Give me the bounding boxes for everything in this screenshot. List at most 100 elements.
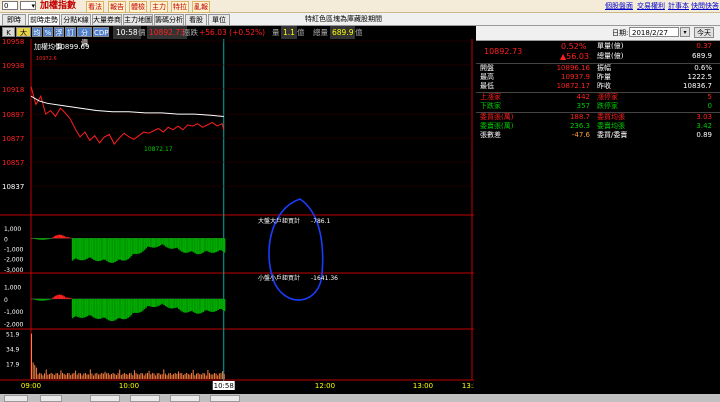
smallholder-bar	[125, 298, 128, 319]
bigholder-bar	[223, 238, 226, 253]
bigholder-bar	[130, 238, 133, 257]
smallholder-bar	[187, 298, 190, 313]
stock-select[interactable]: 0	[2, 1, 18, 10]
taskbar-item[interactable]	[4, 395, 28, 402]
menu-item[interactable]: 主力	[150, 1, 168, 13]
tab-chips[interactable]: 籌碼分析	[154, 14, 184, 26]
volume-bar	[191, 373, 193, 379]
bigholder-bar	[53, 236, 56, 239]
volume-bar	[91, 373, 93, 379]
drawn-circle-annotation	[268, 198, 324, 301]
volume-bar	[129, 373, 130, 379]
volume-bar	[209, 372, 211, 379]
smallholder-bar	[156, 298, 159, 307]
calendar-icon[interactable]: ▾	[680, 27, 690, 37]
menu-item[interactable]: 報告	[108, 1, 126, 13]
menu-item[interactable]: 看法	[86, 1, 104, 13]
today-button[interactable]: 今天	[694, 27, 714, 38]
quote-label: 委賣張(萬)	[480, 122, 514, 130]
volume-bar	[81, 375, 83, 379]
quote-label: 振幅	[597, 64, 611, 72]
smallholder-bar	[35, 298, 38, 301]
smallholder-bar	[45, 298, 48, 301]
bigholder-bar	[137, 238, 139, 254]
tab-brokers[interactable]: 大量券商	[92, 14, 122, 26]
intraday-chart[interactable]: 10958109381091810897108771085710837加權均價1…	[0, 39, 474, 394]
chevron-down-icon[interactable]: ▾	[20, 1, 36, 10]
volume-bar	[194, 375, 196, 379]
avg-button[interactable]: 均	[32, 27, 42, 37]
bigholder-bar	[174, 238, 177, 249]
bigholder-bar	[151, 238, 154, 248]
date-input[interactable]: 2018/2/27	[629, 27, 679, 37]
taskbar-item[interactable]	[170, 395, 200, 402]
last-price: 10892.73	[484, 47, 523, 56]
bigholder-button[interactable]: 大戶	[16, 27, 31, 47]
tab-kline[interactable]: 分點K線	[61, 14, 91, 26]
volume-bar	[145, 373, 147, 379]
volume-bar	[222, 371, 224, 379]
tab-mainforce[interactable]: 主力地圖	[123, 14, 153, 26]
bigholder-bar	[150, 238, 152, 248]
volume-bar	[102, 373, 104, 379]
kline-button[interactable]: K線	[2, 27, 15, 47]
volume-bar	[94, 373, 96, 379]
price-dist-button[interactable]: 分價	[77, 27, 92, 47]
volume-bar	[192, 369, 194, 379]
quote-label: 委買張(萬)	[480, 113, 514, 121]
smallholder-bar	[114, 298, 116, 321]
divider	[476, 112, 720, 113]
volume-bar	[93, 375, 95, 379]
taskbar-item[interactable]	[40, 395, 62, 402]
volume-bar	[142, 373, 144, 379]
smallholder-bar	[120, 298, 123, 319]
float-button[interactable]: 浮	[54, 27, 64, 37]
pct-change: 0.52%	[561, 42, 587, 51]
menu-item[interactable]: 特拉	[171, 1, 189, 13]
link-notes[interactable]: 計事本	[668, 0, 689, 12]
tab-trend[interactable]: 前時走勢	[28, 14, 60, 26]
smallholder-bar	[55, 295, 58, 299]
smallholder-bar	[42, 298, 45, 301]
taskbar-item[interactable]	[210, 395, 240, 402]
tab-unit[interactable]: 單位	[208, 14, 230, 26]
panel-title: 小盤小戶鉅買計	[258, 274, 300, 282]
taskbar-item[interactable]	[90, 395, 120, 402]
bigholder-bar	[55, 235, 58, 239]
smallholder-bar	[200, 298, 203, 313]
smallholder-bar	[151, 298, 154, 307]
cdp-button[interactable]: CDP	[93, 27, 109, 37]
x-tick-label: 10:58	[214, 382, 234, 390]
y-tick-label: 10837	[2, 183, 24, 191]
link-market[interactable]: 個股盤面	[605, 0, 633, 12]
volume-bar	[109, 374, 111, 379]
tab-view[interactable]: 看股	[185, 14, 207, 26]
volume-bar	[140, 373, 142, 379]
menu-item[interactable]: 體檢	[129, 1, 147, 13]
percent-button[interactable]: %	[43, 27, 53, 37]
y-tick-label: -1,000	[4, 309, 24, 316]
smallholder-bar	[129, 298, 131, 317]
volume-bar	[112, 372, 114, 379]
divider	[476, 63, 720, 64]
smallholder-bar	[78, 298, 80, 318]
y-tick-label: 1,000	[4, 226, 21, 233]
volume-bar	[83, 373, 85, 379]
menu-item[interactable]: 亂報	[192, 1, 210, 13]
volume-bar	[71, 373, 73, 379]
change-label: 漲跌	[183, 28, 198, 37]
link-faq[interactable]: 快問快答	[691, 0, 719, 12]
smallholder-bar	[107, 298, 110, 321]
bigholder-bar	[210, 238, 213, 253]
y-tick-label: 1,000	[4, 285, 21, 292]
smallholder-bar	[71, 298, 74, 319]
bigholder-bar	[60, 234, 63, 239]
order-button[interactable]: 訂	[65, 27, 76, 37]
taskbar-item[interactable]	[130, 395, 160, 402]
tab-realtime[interactable]: 即時	[2, 14, 26, 26]
bigholder-bar	[52, 237, 54, 239]
link-rights[interactable]: 交易權利	[637, 0, 665, 12]
bigholder-bar	[215, 238, 218, 253]
volume-bar	[39, 372, 41, 379]
bigholder-bar	[184, 238, 187, 253]
